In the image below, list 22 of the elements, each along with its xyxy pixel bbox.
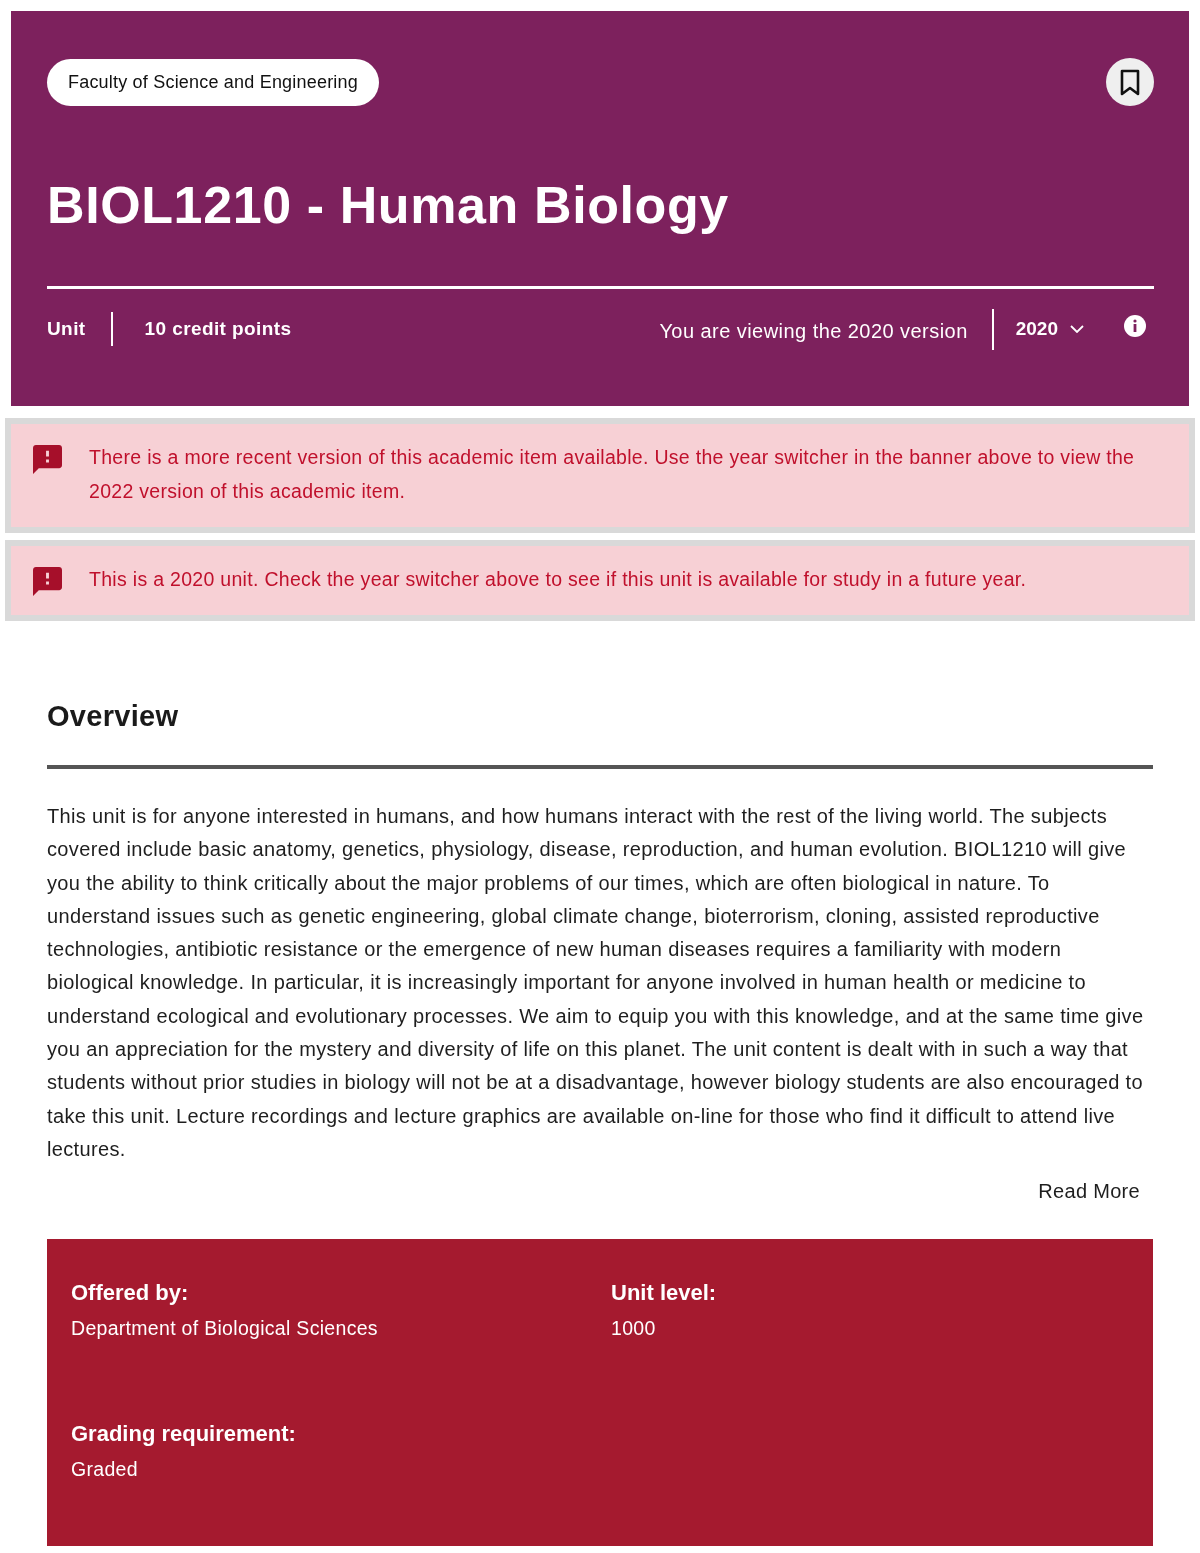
- detail-value: Graded: [71, 1457, 139, 1483]
- alert-message: This is a 2020 unit. Check the year switcher above to see if this unit is available for study in a future year.: [89, 567, 1027, 592]
- alert-message: There is a more recent version of this academic item available. Use the year switcher in the banner above to view the 2022 version of this academic item.: [89, 445, 1136, 504]
- detail-value: Department of Biological Sciences: [71, 1316, 379, 1342]
- alert-icon: [33, 445, 62, 474]
- detail-label: Unit level:: [611, 1279, 718, 1308]
- read-more-link[interactable]: Read More: [1038, 1177, 1140, 1206]
- overview-heading: Overview: [47, 699, 179, 733]
- detail-label: Grading requirement:: [71, 1420, 297, 1449]
- bookmark-icon[interactable]: [1106, 58, 1154, 106]
- unit-type: Unit: [47, 318, 86, 340]
- detail-label: Offered by:: [71, 1279, 190, 1308]
- year-dropdown[interactable]: 2020: [1015, 318, 1084, 340]
- info-icon[interactable]: [1124, 315, 1146, 337]
- detail-value: 1000: [611, 1316, 657, 1342]
- chevron-down-icon: [1070, 325, 1084, 333]
- unit-title: BIOL1210 - Human Biology: [47, 176, 729, 234]
- credit-points: 10 credit points: [144, 318, 292, 340]
- faculty-tag[interactable]: Faculty of Science and Engineering: [47, 58, 379, 106]
- alert-icon: [33, 567, 62, 596]
- version-notice: You are viewing the 2020 version: [659, 318, 968, 343]
- overview-paragraph: This unit is for anyone interested in humans, and how humans interact with the rest of the living world. The subjects covered include basic anatomy, genetics, physiology, disease, reproduction, and human evolution. BIOL1210 will give you the ability to think critically about the major problems of our times, which are often biological in nature. To understand issues such as genetic engineering, global climate change, bioterrorism, cloning, assisted reproductive technologies, antibiotic resistance or the emergence of new human diseases requires a familiarity with modern biological knowledge. In particular, it is increasingly important for anyone involved in human health or medicine to understand ecological and evolutionary processes. We aim to equip you with this knowledge, and at the same time give you an appreciation for the mystery and diversity of life on this planet. The unit content is dealt with in such a way that students without prior studies in biology will not be at a disadvantage, however biology students are also encouraged to take this unit. Lecture recordings and lecture graphics are available on-line for those who find it difficult to attend live lectures.: [47, 804, 1145, 1162]
